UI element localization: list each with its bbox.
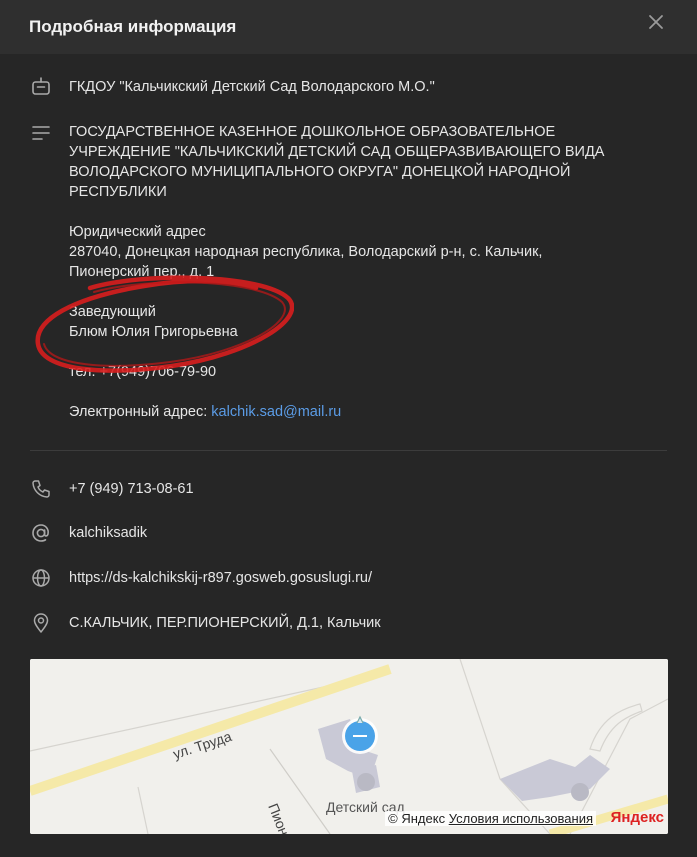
org-full-name-line: РЕСПУБЛИКИ	[69, 184, 167, 200]
org-description: ГОСУДАРСТВЕННОЕ КАЗЕННОЕ ДОШКОЛЬНОЕ ОБРА…	[69, 122, 679, 422]
head-phone: тел. +7(949)706-79-90	[69, 364, 217, 380]
map-terms-link[interactable]: Условия использования	[449, 811, 593, 826]
email-label: Электронный адрес:	[69, 404, 212, 420]
dialog-title: Подробная информация	[29, 17, 237, 36]
org-full-name-line: ВОЛОДАРСКОГО МУНИЦИПАЛЬНОГО ОКРУГА" ДОНЕ…	[69, 164, 571, 180]
location-pin-icon	[33, 613, 49, 633]
email-link[interactable]: kalchik.sad@mail.ru	[211, 404, 341, 420]
phone-icon	[32, 480, 50, 498]
map[interactable]: ул. Труда Пионерс Детский сад © Яндекс У…	[30, 659, 668, 834]
close-icon[interactable]	[647, 13, 665, 31]
org-full-name-line: УЧРЕЖДЕНИЕ "КАЛЬЧИКСКИЙ ДЕТСКИЙ САД ОБЩЕ…	[69, 144, 605, 160]
org-short-name: ГКДОУ "Кальчикский Детский Сад Володарск…	[69, 79, 435, 95]
head-name: Блюм Юлия Григорьевна	[69, 324, 238, 340]
signboard-icon	[32, 77, 50, 95]
address-link[interactable]: С.КАЛЬЧИК, ПЕР.ПИОНЕРСКИЙ, Д.1, Кальчик	[69, 613, 381, 633]
legal-address-line: Пионерский пер., д. 1	[69, 264, 215, 280]
phone-link[interactable]: +7 (949) 713-08-61	[69, 479, 194, 499]
yandex-logo[interactable]: Яндекс	[611, 809, 664, 826]
email-line: Электронный адрес: kalchik.sad@mail.ru	[69, 402, 679, 422]
head-label: Заведующий	[69, 304, 156, 320]
legal-address-label: Юридический адрес	[69, 224, 206, 240]
divider	[30, 450, 667, 451]
dialog-header: Подробная информация	[0, 0, 697, 54]
description-icon	[32, 126, 50, 140]
website-link[interactable]: https://ds-kalchikskij-r897.gosweb.gosus…	[69, 568, 372, 588]
map-credit: © Яндекс Условия использования	[385, 811, 596, 826]
globe-icon	[32, 569, 50, 587]
at-sign-icon	[32, 524, 49, 542]
org-full-name-line: ГОСУДАРСТВЕННОЕ КАЗЕННОЕ ДОШКОЛЬНОЕ ОБРА…	[69, 124, 556, 140]
username: kalchiksadik	[69, 525, 148, 541]
legal-address-line: 287040, Донецкая народная республика, Во…	[69, 244, 543, 260]
map-copyright: © Яндекс	[388, 811, 449, 826]
